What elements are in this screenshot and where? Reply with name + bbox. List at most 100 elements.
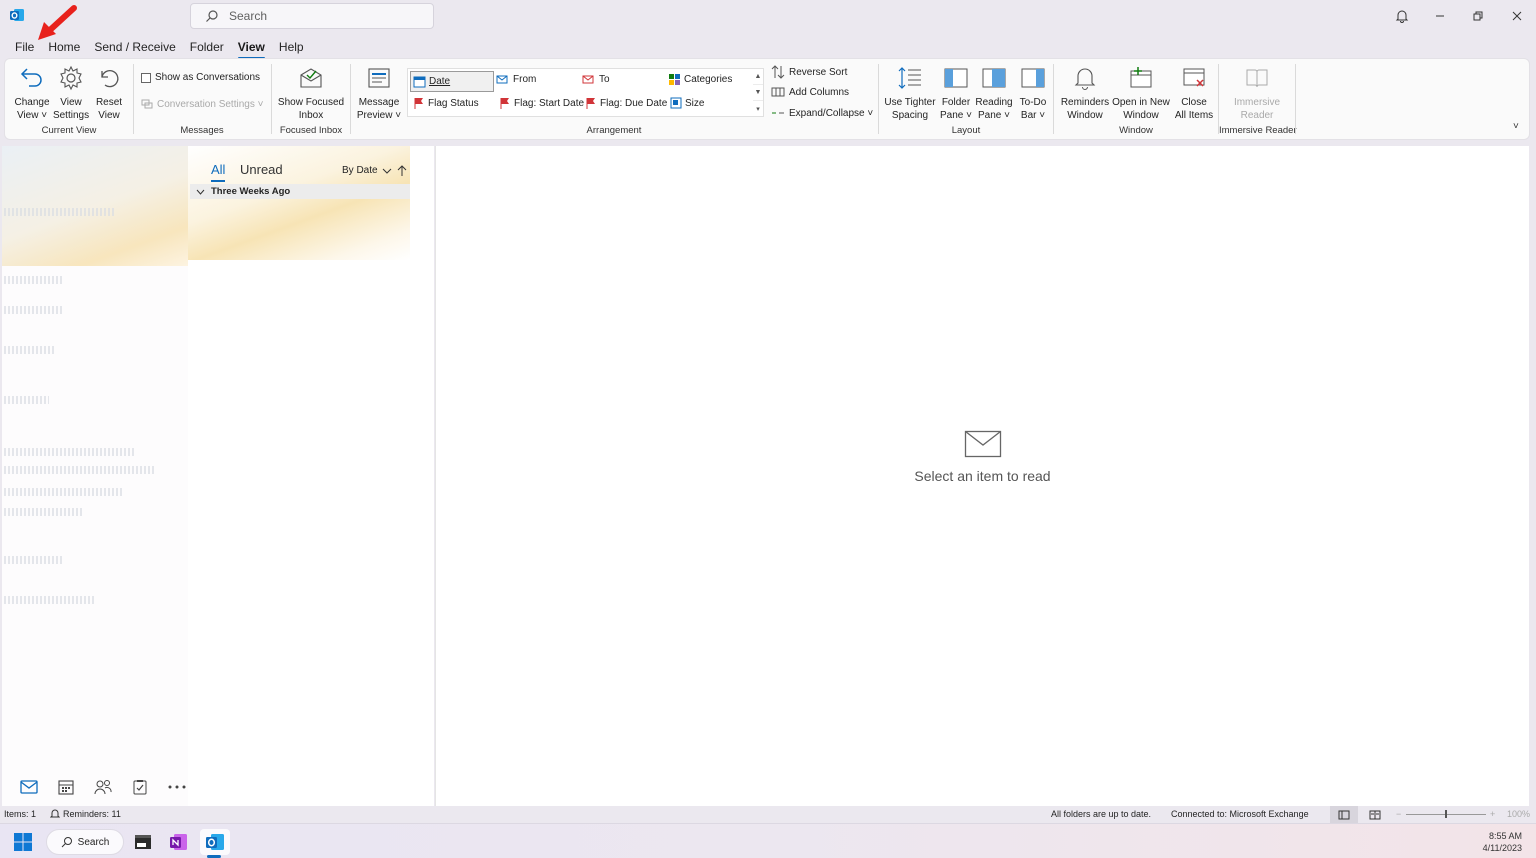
gallery-more-icon[interactable]: ▾: [753, 101, 763, 117]
menu-bar: File Home Send / Receive Folder View Hel…: [8, 38, 311, 59]
tighter-spacing-button[interactable]: Use Tighter Spacing: [883, 63, 937, 122]
folder-pane-button[interactable]: Folder Pane ˅: [939, 63, 973, 122]
normal-view-button[interactable]: [1330, 806, 1358, 823]
menu-view[interactable]: View: [231, 38, 272, 59]
change-view-button[interactable]: Change View ˅: [13, 63, 51, 122]
title-bar: Search: [0, 0, 1536, 34]
arrange-flag-start-date[interactable]: Flag: Start Date: [499, 97, 584, 110]
group-label: Immersive Reader: [1219, 125, 1297, 136]
module-switcher: [10, 776, 195, 798]
taskbar-search[interactable]: Search: [46, 829, 124, 855]
flag-icon: [586, 98, 595, 109]
reverse-sort-icon: [771, 65, 785, 79]
flag-icon: [414, 98, 423, 109]
reminders-status[interactable]: Reminders: 11: [50, 808, 121, 819]
tasks-icon: [133, 780, 146, 795]
zoom-in-button[interactable]: +: [1490, 809, 1495, 819]
arrange-categories[interactable]: Categories: [668, 73, 732, 86]
immersive-reader-button[interactable]: Immersive Reader: [1231, 63, 1283, 122]
decor-stripe: [4, 396, 49, 404]
view-settings-button[interactable]: View Settings: [53, 63, 89, 122]
size-icon: [670, 97, 682, 109]
clock[interactable]: 8:55 AM 4/11/2023: [1478, 830, 1522, 854]
zoom-slider-thumb[interactable]: [1445, 810, 1447, 818]
decor-stripe: [4, 306, 64, 314]
arrange-flag-due-date[interactable]: Flag: Due Date: [585, 97, 667, 110]
outlook-app-button[interactable]: [200, 829, 230, 855]
mail-icon: [964, 430, 1001, 458]
close-window-button[interactable]: [1503, 4, 1531, 28]
notifications-button[interactable]: [1388, 4, 1416, 28]
reading-pane-button[interactable]: Reading Pane ˅: [975, 63, 1013, 122]
reading-view-button[interactable]: [1364, 806, 1386, 823]
expand-collapse-button[interactable]: Expand/Collapse ˅: [771, 107, 873, 119]
onenote-icon: [170, 834, 187, 850]
collapse-ribbon-icon[interactable]: ˅: [1513, 121, 1519, 132]
items-count: Items: 1: [4, 809, 37, 819]
restore-icon: [1473, 11, 1483, 21]
sort-by-dropdown[interactable]: By Date: [342, 165, 393, 176]
reset-icon: [101, 69, 119, 88]
todo-bar-button[interactable]: To-Do Bar ˅: [1015, 63, 1051, 122]
tasks-module-button[interactable]: [121, 776, 158, 798]
decor-stripe: [4, 346, 54, 354]
arrange-to[interactable]: To: [582, 73, 610, 86]
mail-icon: [19, 780, 38, 794]
tab-all[interactable]: All: [211, 162, 226, 182]
show-conversations-checkbox[interactable]: Show as Conversations: [141, 72, 260, 83]
taskbar: Search 8:55 AM 4/11/2023: [0, 823, 1536, 858]
arrange-date[interactable]: Date: [410, 71, 494, 92]
add-columns-button[interactable]: Add Columns: [771, 86, 849, 98]
group-label: Window: [1119, 125, 1153, 136]
arrangement-gallery: Date From To Categories Flag Status Flag…: [407, 68, 757, 117]
add-columns-icon: [771, 87, 785, 97]
sort-direction-button[interactable]: [397, 165, 407, 177]
open-new-window-button[interactable]: Open in New Window: [1112, 63, 1170, 122]
decor-stripe: [4, 508, 84, 516]
restore-button[interactable]: [1464, 4, 1492, 28]
menu-home[interactable]: Home: [41, 38, 87, 56]
connection-status: Connected to: Microsoft Exchange: [1171, 809, 1309, 819]
calendar-module-button[interactable]: [47, 776, 84, 798]
arrange-from[interactable]: From: [496, 73, 536, 86]
gallery-up-icon[interactable]: ▲: [753, 69, 763, 85]
terminal-app-button[interactable]: [130, 829, 156, 855]
spacing-icon: [898, 67, 921, 89]
more-modules-button[interactable]: [158, 776, 195, 798]
todo-bar-icon: [1021, 68, 1045, 88]
arrange-size[interactable]: Size: [670, 97, 704, 109]
checkbox-box: [141, 72, 151, 83]
empty-reading-pane: Select an item to read: [436, 430, 1529, 484]
conversation-settings-button[interactable]: Conversation Settings ˅: [141, 98, 263, 110]
start-button[interactable]: [10, 829, 36, 855]
close-all-items-button[interactable]: Close All Items: [1172, 63, 1216, 122]
decor-stripe: [4, 596, 94, 604]
mail-module-button[interactable]: [10, 776, 47, 798]
menu-file[interactable]: File: [8, 38, 41, 56]
status-bar: Items: 1 Reminders: 11 All folders are u…: [0, 806, 1536, 823]
group-label: Arrangement: [586, 125, 642, 136]
gallery-scroll[interactable]: ▲ ▼ ▾: [753, 68, 764, 117]
calendar-icon: [57, 780, 74, 795]
search-icon: [61, 837, 72, 848]
people-module-button[interactable]: [84, 776, 121, 798]
reset-view-button[interactable]: Reset View: [93, 63, 125, 122]
minimize-button[interactable]: [1426, 4, 1454, 28]
arrange-flag-status[interactable]: Flag Status: [413, 97, 479, 110]
group-label: Focused Inbox: [279, 125, 343, 136]
search-box[interactable]: Search: [190, 3, 434, 29]
reverse-sort-button[interactable]: Reverse Sort: [771, 65, 847, 79]
zoom-out-button[interactable]: −: [1396, 809, 1401, 819]
tab-unread[interactable]: Unread: [240, 162, 283, 177]
menu-help[interactable]: Help: [272, 38, 311, 56]
menu-folder[interactable]: Folder: [183, 38, 231, 56]
reminders-window-button[interactable]: Reminders Window: [1060, 63, 1110, 122]
onenote-app-button[interactable]: [166, 829, 192, 855]
show-focused-inbox-button[interactable]: Show Focused Inbox: [276, 63, 346, 122]
group-header[interactable]: Three Weeks Ago: [190, 184, 410, 199]
more-icon: [168, 785, 185, 789]
group-current-view: Change View ˅ View Settings Reset View C…: [5, 59, 133, 139]
menu-send-receive[interactable]: Send / Receive: [87, 38, 182, 56]
gallery-down-icon[interactable]: ▼: [753, 85, 763, 101]
decor-stripe: [4, 276, 64, 284]
